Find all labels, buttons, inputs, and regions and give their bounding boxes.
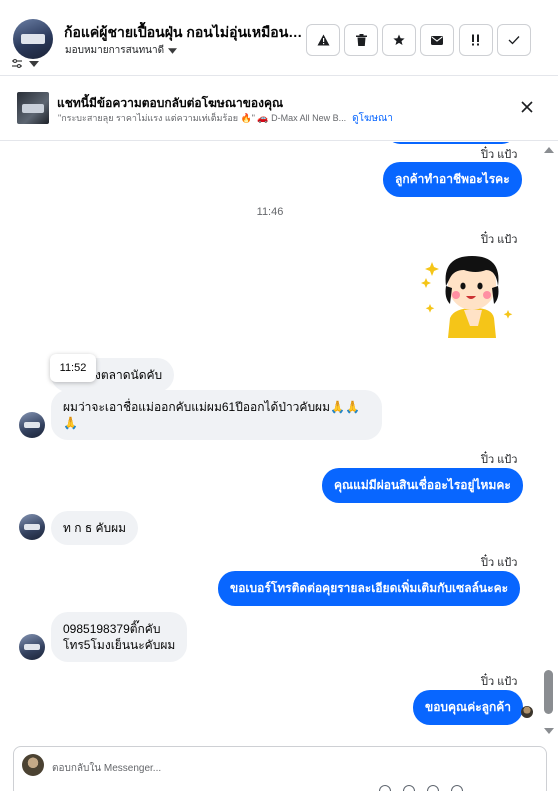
saved-reply-icon[interactable] [427, 785, 439, 791]
chat-scrollbar[interactable] [540, 142, 558, 742]
delete-button[interactable] [344, 24, 378, 56]
alert-icon [317, 34, 329, 46]
exclamation-icon [472, 34, 479, 46]
more-icon[interactable] [451, 785, 463, 791]
assign-conversation[interactable]: มอบหมายการสนทนาดี [65, 43, 178, 58]
reply-composer[interactable]: ตอบกลับใน Messenger... [13, 746, 547, 791]
ad-reply-banner: แชทนี้มีข้อความตอบกลับต่อโฆษณาของคุณ "กร… [0, 77, 558, 141]
contact-avatar-small[interactable] [19, 412, 45, 438]
partial-message-bubble [386, 142, 516, 144]
incoming-message[interactable]: 0985198379ติ๊กคับ โทร5โมงเย็นนะคับผม [51, 612, 188, 662]
close-icon[interactable] [519, 99, 535, 115]
sender-name: ปิ๋ว แป้ว [481, 234, 518, 246]
message-line: โทร5โมงเย็นนะคับผม [63, 638, 176, 652]
outgoing-message[interactable]: คุณแม่มีผ่อนสินเชื่ออะไรอยู่ไหมคะ [322, 468, 523, 503]
caret-down-icon [29, 61, 39, 67]
contact-avatar-small[interactable] [19, 514, 45, 540]
scroll-thumb[interactable] [544, 670, 553, 714]
star-button[interactable] [382, 24, 416, 56]
message-line: ผมว่าจะเอาชื่อแม่ออกคับแม่ผม61ปีออกได้ป่… [63, 400, 360, 414]
mark-done-button[interactable] [497, 24, 531, 56]
incoming-message[interactable]: ผมว่าจะเอาชื่อแม่ออกคับแม่ผม61ปีออกได้ป่… [51, 390, 382, 440]
timestamp-tooltip: 11:52 [50, 354, 96, 382]
envelope-icon [431, 35, 443, 45]
message-line: 0985198379ติ๊กคับ [63, 622, 161, 636]
alert-button[interactable] [306, 24, 340, 56]
ad-snippet: "กระบะสายลุย ราคาไม่แรง แต่ความเท่เต็มร้… [58, 113, 347, 123]
sender-name: ปิ๋ว แป้ว [481, 149, 518, 161]
check-icon [508, 36, 520, 45]
contact-avatar[interactable] [13, 19, 53, 59]
page-avatar [22, 754, 44, 776]
ad-thumbnail [17, 92, 49, 124]
message-line: 🙏 [63, 416, 78, 430]
sliders-icon [12, 58, 22, 69]
contact-avatar-small[interactable] [19, 634, 45, 660]
sticker-image[interactable] [420, 248, 518, 340]
composer-placeholder[interactable]: ตอบกลับใน Messenger... [52, 761, 161, 776]
mark-unread-button[interactable] [420, 24, 454, 56]
message-thread: ปิ๋ว แป้ว ลูกค้าทำอาชีพอะไรคะ 11:46 ปิ๋ว… [0, 142, 540, 742]
outgoing-message[interactable]: ขอบคุณค่ะลูกค้า [413, 690, 524, 725]
composer-toolbar [379, 785, 463, 791]
incoming-message[interactable]: ท ก ธ คับผม [51, 511, 139, 545]
spam-button[interactable] [459, 24, 493, 56]
sender-name: ปิ๋ว แป้ว [481, 557, 518, 569]
time-separator: 11:46 [256, 206, 284, 218]
emoji-icon[interactable] [403, 785, 415, 791]
view-ad-link[interactable]: ดูโฆษณา [352, 111, 393, 126]
sender-name: ปิ๋ว แป้ว [481, 454, 518, 466]
trash-icon [355, 34, 367, 46]
scroll-up-arrow[interactable] [544, 147, 554, 153]
outgoing-message[interactable]: ขอเบอร์โทรติดต่อคุยรายละเอียดเพิ่มเติมกั… [218, 571, 521, 606]
scroll-down-arrow[interactable] [544, 728, 554, 734]
sender-name: ปิ๋ว แป้ว [481, 676, 518, 688]
conversation-title: ก้อแค่ผู้ชายเปื้อนฝุ่น กอนไม่อุ่นเหมือนค… [64, 24, 306, 40]
filter-dropdown[interactable] [11, 57, 41, 71]
caret-down-icon [168, 47, 178, 54]
conversation-header: ก้อแค่ผู้ชายเปื้อนฝุ่น กอนไม่อุ่นเหมือนค… [0, 0, 558, 76]
outgoing-message[interactable]: ลูกค้าทำอาชีพอะไรคะ [383, 162, 522, 197]
ad-banner-details: "กระบะสายลุย ราคาไม่แรง แต่ความเท่เต็มร้… [58, 111, 393, 126]
attach-icon[interactable] [379, 785, 391, 791]
assign-label: มอบหมายการสนทนาดี [65, 45, 165, 56]
star-icon [393, 34, 405, 45]
seen-indicator-avatar [521, 706, 533, 718]
